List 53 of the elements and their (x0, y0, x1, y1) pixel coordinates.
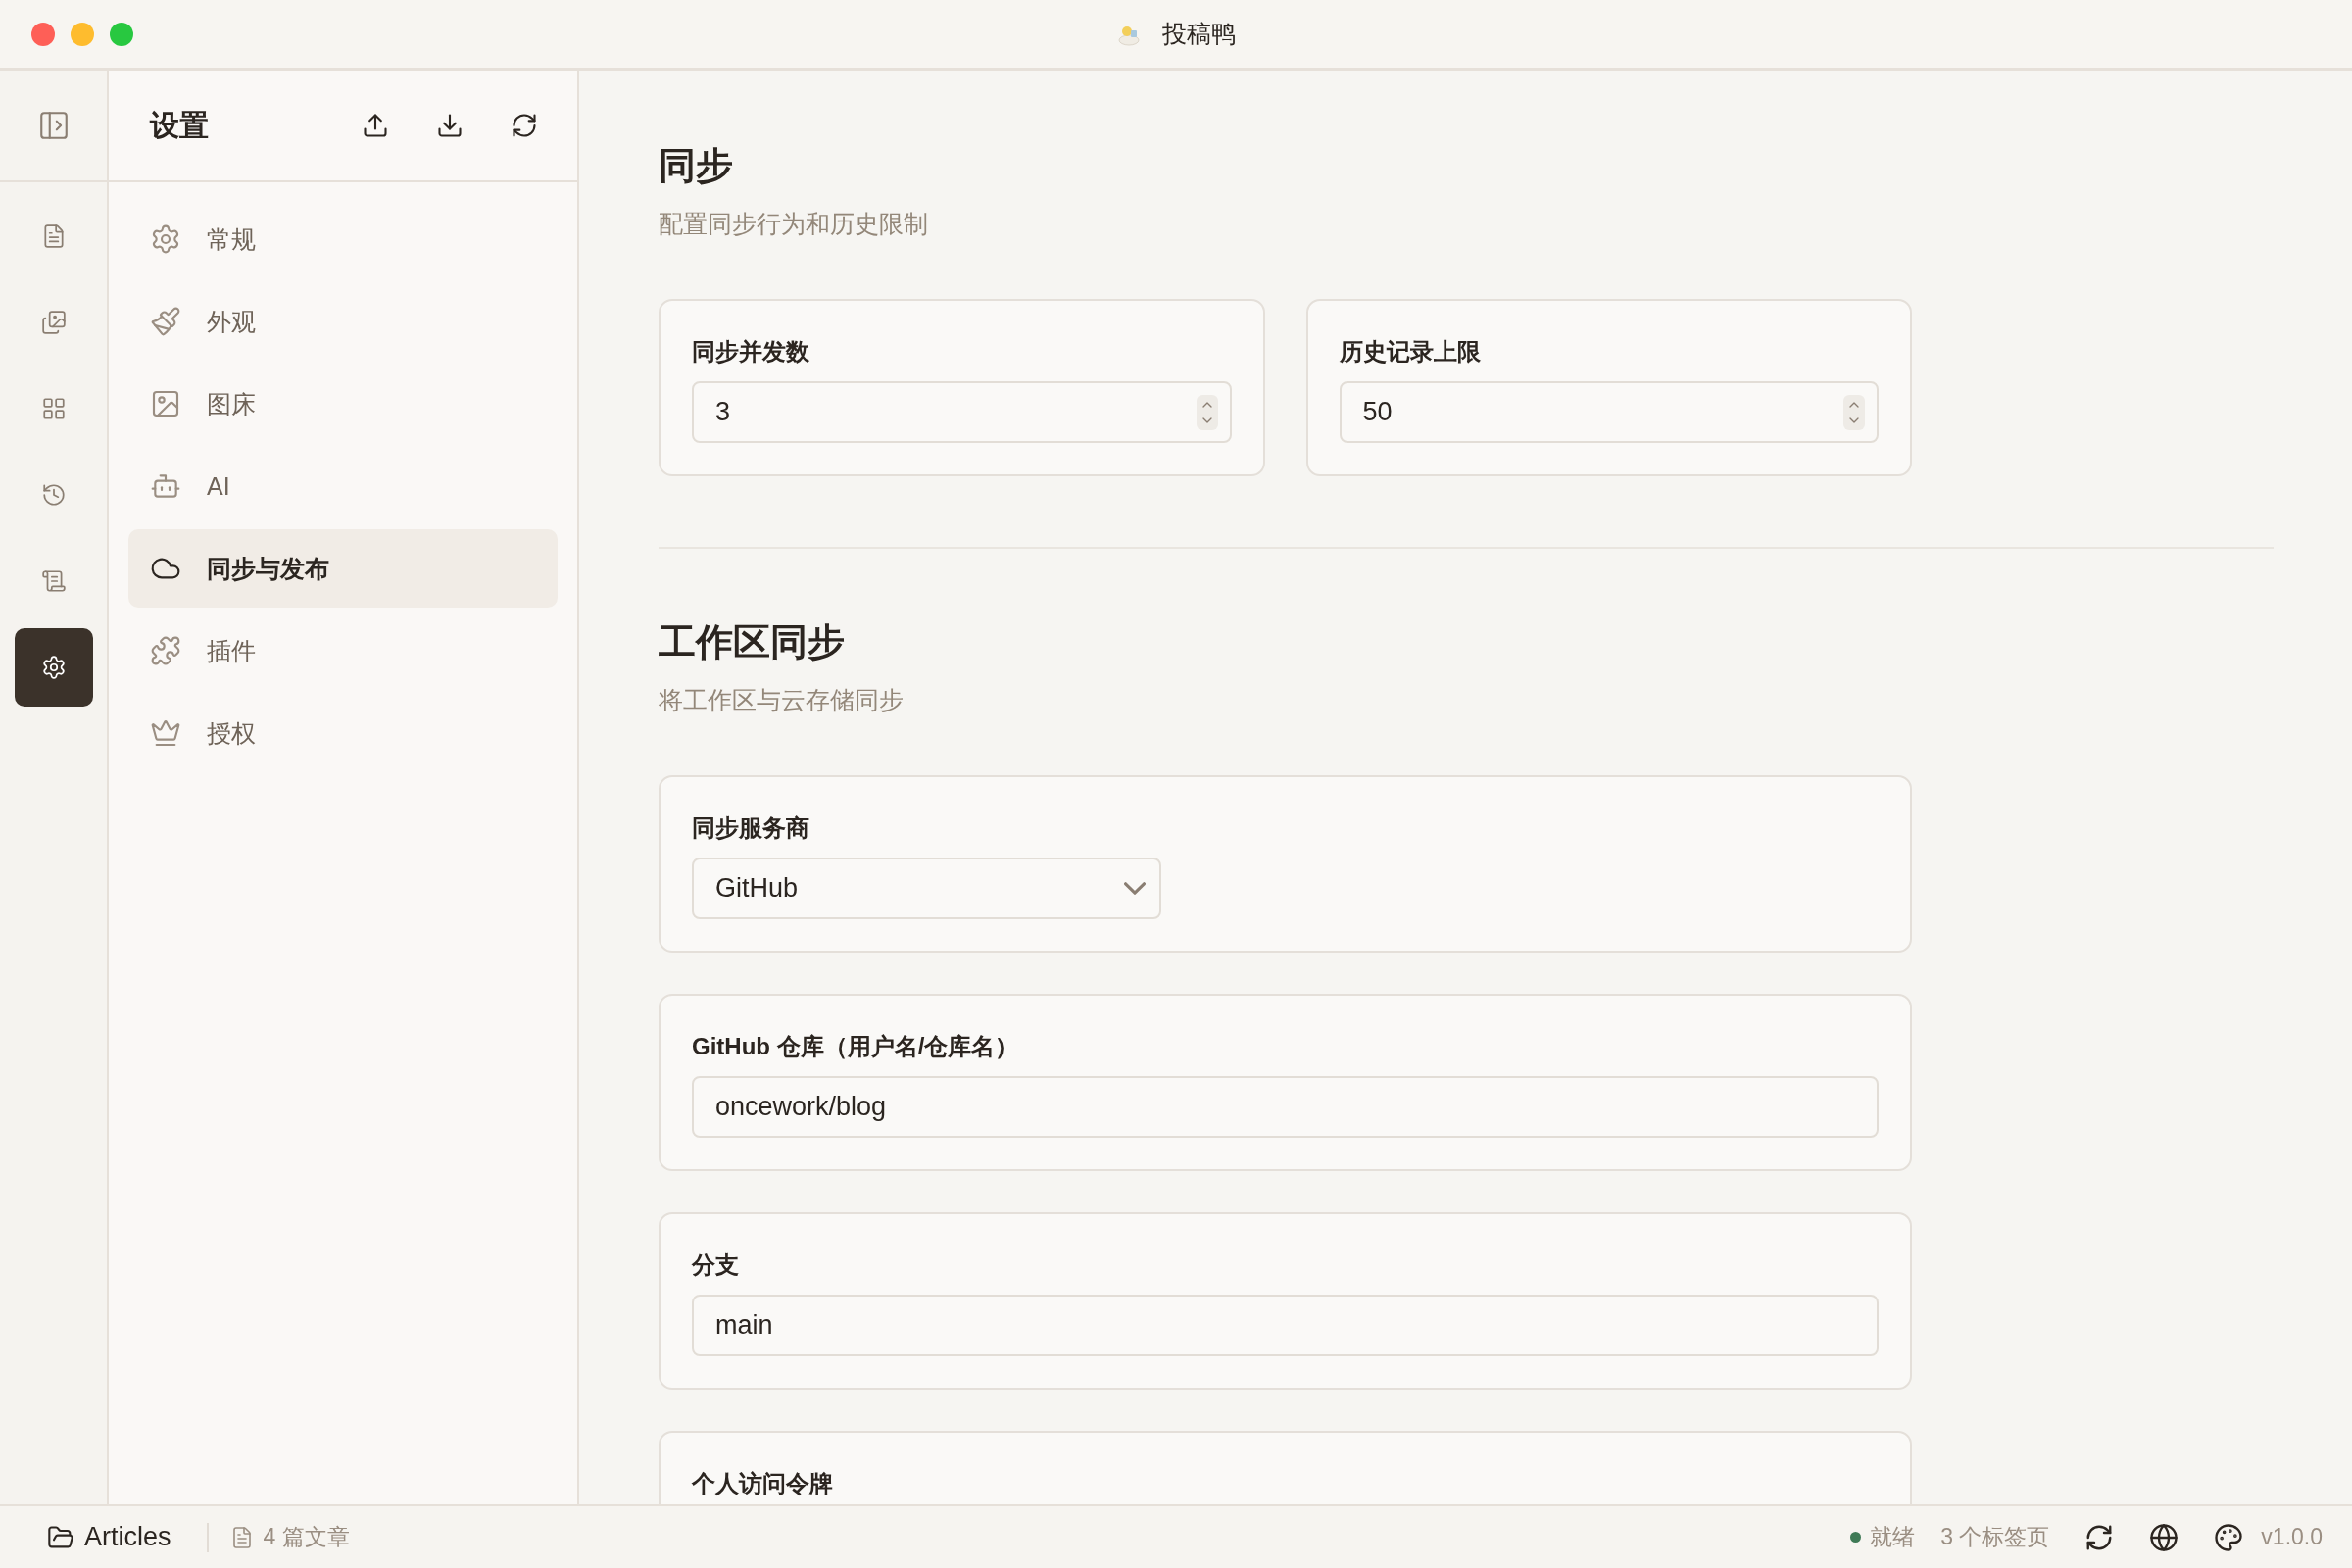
settings-menu-item[interactable]: 图床 (128, 365, 558, 443)
settings-menu-item[interactable]: 授权 (128, 694, 558, 772)
version-label: v1.0.0 (2261, 1524, 2323, 1550)
zoom-button[interactable] (110, 22, 133, 46)
theme-button[interactable] (2214, 1522, 2244, 1552)
field-label: 个人访问令牌 (692, 1469, 833, 1498)
field-label: 历史记录上限 (1339, 337, 1481, 367)
grid-icon (40, 396, 67, 421)
number-field[interactable]: 50 (1339, 381, 1879, 443)
spinner-icon[interactable] (1843, 394, 1865, 430)
section-subtitle: 配置同步行为和历史限制 (659, 209, 928, 239)
download-icon (436, 112, 464, 139)
number-field[interactable]: 3 (692, 381, 1232, 443)
panel-title: 设置 (150, 107, 210, 143)
select-dropdown[interactable]: GitHub (692, 858, 1161, 919)
refresh-icon (511, 112, 538, 139)
tab-count: 3 个标签页 (1940, 1523, 2050, 1551)
palette-icon (2214, 1522, 2244, 1552)
settings-icon (150, 223, 181, 255)
text-field[interactable]: main (692, 1295, 1879, 1356)
crown-icon (150, 717, 181, 749)
settings-menu-item[interactable]: 常规 (128, 200, 558, 278)
field-label: GitHub 仓库（用户名/仓库名） (692, 1032, 1019, 1061)
status-text: 就绪 (1870, 1523, 1916, 1551)
field-label: 分支 (692, 1250, 739, 1280)
paintbrush-icon (150, 306, 181, 337)
history-icon (40, 482, 67, 508)
settings-menu-item[interactable]: 插件 (128, 612, 558, 690)
section-heading: 同步 (659, 144, 733, 188)
rail-button[interactable] (14, 628, 93, 707)
article-count: 4 篇文章 (263, 1523, 350, 1551)
section-heading: 工作区同步 (659, 620, 845, 664)
window-title: 投稿鸭 (1161, 19, 1236, 49)
language-button[interactable] (2149, 1522, 2180, 1552)
text-field[interactable]: oncework/blog (692, 1076, 1879, 1138)
folder-button[interactable]: Articles (47, 1522, 172, 1552)
settings-icon (40, 655, 67, 680)
scroll-icon (40, 568, 67, 594)
images-icon (40, 310, 67, 335)
puzzle-icon (150, 635, 181, 666)
minimize-button[interactable] (71, 22, 94, 46)
close-button[interactable] (31, 22, 55, 46)
settings-menu-item[interactable]: 同步与发布 (128, 529, 558, 608)
settings-menu-item[interactable]: 外观 (128, 282, 558, 361)
field-label: 同步并发数 (692, 337, 809, 367)
globe-icon (2149, 1522, 2180, 1552)
chevron-down-icon (1124, 882, 1146, 895)
settings-menu-item[interactable]: AI (128, 447, 558, 525)
folder-name: Articles (84, 1522, 172, 1552)
image-icon (150, 388, 181, 419)
field-label: 同步服务商 (692, 813, 809, 843)
upload-icon (362, 112, 389, 139)
section-subtitle: 将工作区与云存储同步 (659, 685, 904, 715)
